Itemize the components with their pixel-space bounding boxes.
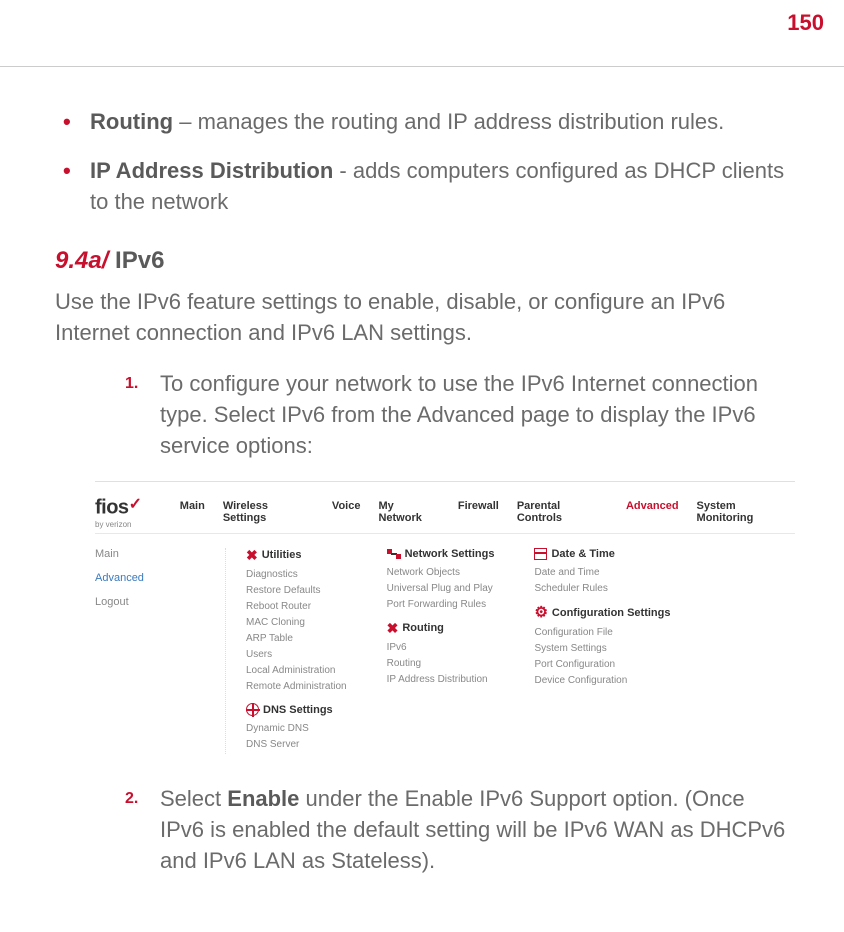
sidebar: Main Advanced Logout xyxy=(95,548,225,754)
col-utilities-dns: ✖ Utilities Diagnostics Restore Defaults… xyxy=(246,548,347,754)
step-text: To configure your network to use the IPv… xyxy=(160,371,758,458)
utilities-title: Utilities xyxy=(262,549,302,561)
link-dynamic-dns[interactable]: Dynamic DNS xyxy=(246,722,347,735)
network-icon xyxy=(387,549,401,559)
bullet-list: Routing – manages the routing and IP add… xyxy=(55,107,789,217)
panel-body: Main Advanced Logout ✖ Utilities Diagnos… xyxy=(95,533,795,754)
nav-firewall[interactable]: Firewall xyxy=(458,500,499,524)
step-1: 1. To configure your network to use the … xyxy=(125,369,789,461)
bullet-term: IP Address Distribution xyxy=(90,158,333,183)
link-sys-settings[interactable]: System Settings xyxy=(534,642,670,655)
header-row: fios✓ by verizon Main Wireless Settings … xyxy=(95,482,795,533)
link-routing[interactable]: Routing xyxy=(387,657,495,670)
step-2: 2. Select Enable under the Enable IPv6 S… xyxy=(125,784,789,876)
link-config-file[interactable]: Configuration File xyxy=(534,626,670,639)
gear-icon: ✖ xyxy=(246,548,258,562)
nav-wireless[interactable]: Wireless Settings xyxy=(223,500,314,524)
link-remote-admin[interactable]: Remote Administration xyxy=(246,680,347,693)
router-ui-screenshot: fios✓ by verizon Main Wireless Settings … xyxy=(95,481,795,754)
bullet-routing: Routing – manages the routing and IP add… xyxy=(55,107,789,138)
content-body: Routing – manages the routing and IP add… xyxy=(0,107,844,924)
config-heading: ⚙ Configuration Settings xyxy=(534,605,670,620)
bullet-ip-dist: IP Address Distribution - adds computers… xyxy=(55,156,789,218)
routing-icon: ✖ xyxy=(387,621,399,635)
nav-parental[interactable]: Parental Controls xyxy=(517,500,608,524)
dns-title: DNS Settings xyxy=(263,704,333,716)
link-upnp[interactable]: Universal Plug and Play xyxy=(387,582,495,595)
section-heading: 9.4a/ IPv6 xyxy=(55,247,789,275)
page-number: 150 xyxy=(0,0,844,36)
numbered-list-2: 2. Select Enable under the Enable IPv6 S… xyxy=(125,784,789,876)
settings-icon: ⚙ xyxy=(534,605,547,620)
nav-mynetwork[interactable]: My Network xyxy=(378,500,439,524)
globe-icon xyxy=(246,703,259,716)
step-number: 1. xyxy=(125,373,138,395)
sidebar-item-advanced[interactable]: Advanced xyxy=(95,572,225,584)
bullet-sep: - xyxy=(333,158,353,183)
horizontal-rule xyxy=(0,66,844,67)
config-title: Configuration Settings xyxy=(552,607,671,619)
bullet-desc: manages the routing and IP address distr… xyxy=(198,109,725,134)
utilities-heading: ✖ Utilities xyxy=(246,548,347,562)
columns: ✖ Utilities Diagnostics Restore Defaults… xyxy=(225,548,670,754)
network-heading: Network Settings xyxy=(387,548,495,560)
col-datetime-config: Date & Time Date and Time Scheduler Rule… xyxy=(534,548,670,754)
link-ipv6[interactable]: IPv6 xyxy=(387,641,495,654)
nav-main[interactable]: Main xyxy=(180,500,205,524)
link-port-config[interactable]: Port Configuration xyxy=(534,658,670,671)
datetime-title: Date & Time xyxy=(551,548,614,560)
link-dns-server[interactable]: DNS Server xyxy=(246,738,347,751)
link-mac-cloning[interactable]: MAC Cloning xyxy=(246,616,347,629)
link-reboot-router[interactable]: Reboot Router xyxy=(246,600,347,613)
link-local-admin[interactable]: Local Administration xyxy=(246,664,347,677)
link-network-objects[interactable]: Network Objects xyxy=(387,566,495,579)
link-scheduler[interactable]: Scheduler Rules xyxy=(534,582,670,595)
link-ip-dist[interactable]: IP Address Distribution xyxy=(387,673,495,686)
dns-heading: DNS Settings xyxy=(246,703,347,716)
section-title: IPv6 xyxy=(108,247,164,274)
logo-checkmark-icon: ✓ xyxy=(129,496,142,513)
datetime-heading: Date & Time xyxy=(534,548,670,560)
network-title: Network Settings xyxy=(405,548,495,560)
top-nav: Main Wireless Settings Voice My Network … xyxy=(180,494,795,524)
nav-sysmon[interactable]: System Monitoring xyxy=(697,500,795,524)
col-network-routing: Network Settings Network Objects Univers… xyxy=(387,548,495,754)
section-number: 9.4a/ xyxy=(55,247,108,274)
step-number: 2. xyxy=(125,788,138,810)
bullet-term: Routing xyxy=(90,109,173,134)
link-date-time[interactable]: Date and Time xyxy=(534,566,670,579)
calendar-icon xyxy=(534,548,547,560)
intro-paragraph: Use the IPv6 feature settings to enable,… xyxy=(55,287,789,349)
numbered-list: 1. To configure your network to use the … xyxy=(125,369,789,461)
link-port-forward[interactable]: Port Forwarding Rules xyxy=(387,598,495,611)
routing-title: Routing xyxy=(402,622,444,634)
step-text: Select Enable under the Enable IPv6 Supp… xyxy=(160,786,785,873)
nav-voice[interactable]: Voice xyxy=(332,500,361,524)
nav-advanced[interactable]: Advanced xyxy=(626,500,679,524)
link-restore-defaults[interactable]: Restore Defaults xyxy=(246,584,347,597)
link-diagnostics[interactable]: Diagnostics xyxy=(246,568,347,581)
sidebar-item-logout[interactable]: Logout xyxy=(95,596,225,608)
routing-heading: ✖ Routing xyxy=(387,621,495,635)
link-arp-table[interactable]: ARP Table xyxy=(246,632,347,645)
link-users[interactable]: Users xyxy=(246,648,347,661)
link-device-config[interactable]: Device Configuration xyxy=(534,674,670,687)
logo-brand: fios xyxy=(95,497,129,519)
sidebar-item-main[interactable]: Main xyxy=(95,548,225,560)
logo: fios✓ by verizon xyxy=(95,494,165,529)
logo-byline: by verizon xyxy=(95,520,165,529)
bullet-sep: – xyxy=(173,109,197,134)
